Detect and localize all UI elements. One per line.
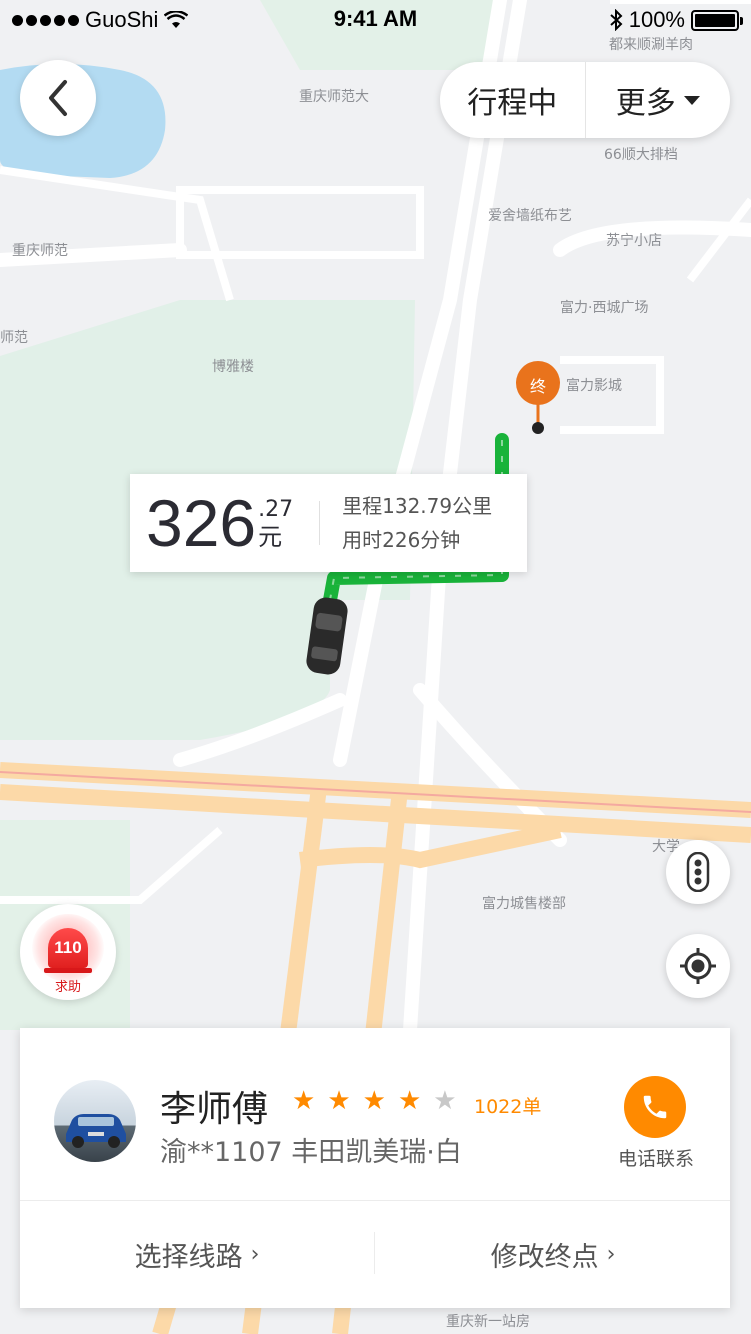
map-poi-label: 重庆师范 bbox=[12, 243, 68, 259]
driver-rating: ★ ★ ★ ★ ★ bbox=[292, 1086, 457, 1116]
driver-card: 李师傅 ★ ★ ★ ★ ★ 1022单 渝**1107 丰田凯美瑞·白 电话联系 选择线… bbox=[20, 1028, 730, 1308]
chevron-right-icon: › bbox=[250, 1241, 260, 1267]
trip-status-button[interactable]: 行程中 bbox=[440, 78, 585, 122]
vehicle-info: 渝**1107 丰田凯美瑞·白 bbox=[160, 1137, 462, 1168]
battery-group: 100% bbox=[609, 7, 743, 33]
map-poi-label: 爱舍墙纸布艺 bbox=[488, 208, 572, 224]
driver-avatar[interactable] bbox=[54, 1080, 136, 1162]
more-menu-button[interactable]: 更多 bbox=[586, 78, 731, 122]
select-route-label: 选择线路 bbox=[134, 1241, 243, 1273]
caret-down-icon bbox=[683, 95, 700, 105]
chevron-left-icon bbox=[49, 80, 67, 116]
driver-order-count: 1022单 bbox=[474, 1096, 542, 1118]
change-destination-label: 修改终点 bbox=[490, 1241, 599, 1273]
call-driver-button[interactable] bbox=[624, 1076, 686, 1138]
star-icon: ★ bbox=[433, 1086, 457, 1116]
chevron-right-icon: › bbox=[606, 1241, 616, 1267]
star-icon: ★ bbox=[327, 1086, 351, 1116]
trip-menu-pill: 行程中 更多 bbox=[440, 62, 730, 138]
change-destination-button[interactable]: 修改终点 › bbox=[376, 1200, 730, 1308]
map-poi-label: 重庆师范大 bbox=[299, 89, 369, 105]
phone-icon bbox=[643, 1095, 667, 1119]
battery-percent: 100% bbox=[628, 7, 685, 32]
fare-unit: 元 bbox=[258, 523, 283, 551]
bluetooth-icon bbox=[610, 9, 623, 31]
back-button[interactable] bbox=[20, 60, 96, 136]
traffic-light-icon bbox=[686, 852, 710, 892]
map-poi-label: 66顺大排档 bbox=[604, 147, 678, 163]
trip-duration: 用时226分钟 bbox=[342, 528, 461, 552]
more-label: 更多 bbox=[615, 86, 676, 121]
fare-integer: 326 bbox=[146, 486, 257, 560]
map-poi-label: 富力城售楼部 bbox=[482, 896, 566, 912]
siren-icon: 110 bbox=[48, 928, 88, 968]
star-icon: ★ bbox=[292, 1086, 316, 1116]
status-bar: GuoShi 9:41 AM 100% bbox=[0, 0, 751, 40]
map-poi-label: 富力影城 bbox=[566, 378, 622, 394]
trip-status-label: 行程中 bbox=[467, 86, 558, 121]
select-route-button[interactable]: 选择线路 › bbox=[20, 1200, 374, 1308]
trip-info: 里程132.79公里 用时226分钟 bbox=[342, 489, 492, 557]
crosshair-icon bbox=[680, 948, 716, 984]
driver-name: 李师傅 bbox=[160, 1089, 269, 1130]
battery-fill bbox=[695, 13, 735, 27]
sos-label: 求助 bbox=[54, 980, 81, 995]
destination-marker-label: 终 bbox=[529, 377, 546, 396]
traffic-toggle-button[interactable] bbox=[666, 840, 730, 904]
sos-button[interactable]: 110 求助 bbox=[20, 904, 116, 1000]
map-poi-label: 博雅楼 bbox=[212, 359, 254, 375]
trip-distance: 里程132.79公里 bbox=[342, 494, 493, 518]
map-poi-label: 重庆新一站房 bbox=[446, 1314, 530, 1330]
map-poi-label: 富力·西城广场 bbox=[560, 300, 649, 316]
fare-divider bbox=[319, 501, 321, 545]
fare-decimal-group: .27 元 bbox=[258, 498, 293, 552]
battery-icon bbox=[691, 9, 743, 31]
fare-decimal: .27 bbox=[258, 497, 294, 522]
action-divider bbox=[374, 1232, 375, 1274]
fare-bubble: 326 .27 元 里程132.79公里 用时226分钟 bbox=[130, 474, 527, 572]
map-poi-label: 师范 bbox=[0, 330, 28, 346]
star-icon: ★ bbox=[362, 1086, 386, 1116]
call-driver-label: 电话联系 bbox=[617, 1148, 694, 1170]
map-poi-label: 苏宁小店 bbox=[606, 233, 662, 249]
star-icon: ★ bbox=[397, 1086, 422, 1116]
locate-button[interactable] bbox=[666, 934, 730, 998]
car-photo-icon bbox=[66, 1114, 126, 1148]
siren-base bbox=[44, 968, 92, 973]
